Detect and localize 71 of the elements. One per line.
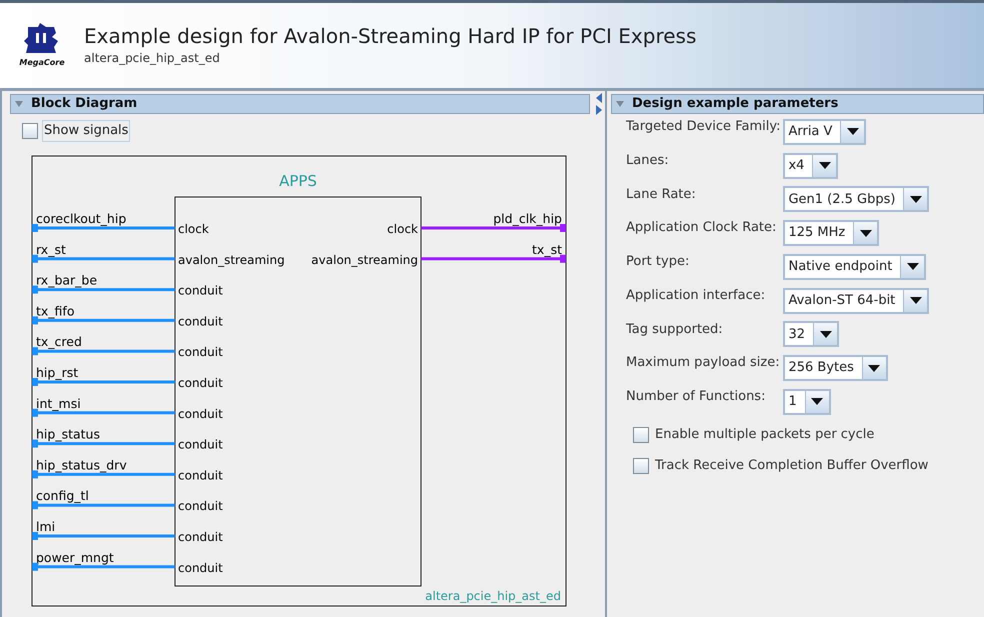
instance-label: altera_pcie_hip_ast_ed xyxy=(425,588,561,602)
checkbox[interactable] xyxy=(22,122,38,139)
dropdown[interactable]: Avalon-ST 64-bit xyxy=(783,288,930,314)
checkbox-label: Enable multiple packets per cycle xyxy=(655,426,874,444)
field-label: Number of Functions: xyxy=(626,388,766,406)
dropdown[interactable]: Gen1 (2.5 Gbps) xyxy=(783,186,930,212)
field-label: Tag supported: xyxy=(626,320,724,338)
field-label: Lanes: xyxy=(626,152,670,170)
interface-label: conduit xyxy=(178,530,223,544)
dropdown[interactable]: 1 xyxy=(783,388,831,415)
page-subtitle: altera_pcie_hip_ast_ed xyxy=(84,50,221,67)
collapse-arrows-icon xyxy=(596,93,602,115)
port-label: lmi xyxy=(36,518,56,534)
field-label: Lane Rate: xyxy=(626,186,697,204)
dropdown-arrow-icon xyxy=(906,263,919,270)
port-label: tx_cred xyxy=(36,334,82,349)
port-label: int_msi xyxy=(36,395,81,410)
dropdown-arrow-icon xyxy=(910,297,922,304)
dropdown[interactable]: 32 xyxy=(783,321,840,348)
dropdown-arrow-icon xyxy=(818,162,831,169)
interface-label: clock xyxy=(178,222,209,236)
port-label: tx_fifo xyxy=(36,302,74,318)
port-label: power_mngt xyxy=(36,549,114,564)
interface-label: clock xyxy=(387,222,418,236)
interface-label: conduit xyxy=(178,498,223,513)
interface-label: conduit xyxy=(178,283,223,298)
field-label: Targeted Device Family: xyxy=(626,118,780,136)
dropdown[interactable]: 256 Bytes xyxy=(783,355,888,381)
dropdown[interactable]: x4 xyxy=(783,152,838,178)
port-label: hip_rst xyxy=(36,364,78,380)
interface-label: conduit xyxy=(178,376,223,390)
dropdown-arrow-icon xyxy=(910,196,922,203)
dropdown[interactable]: Native endpoint xyxy=(783,254,926,280)
port-label: tx_st xyxy=(532,241,562,256)
port-label: coreclkout_hip xyxy=(36,210,126,226)
field-label: Application interface: xyxy=(626,286,766,305)
port-label: hip_status_drv xyxy=(36,456,127,472)
interface-label: conduit xyxy=(178,560,223,574)
dropdown[interactable]: 125 MHz xyxy=(783,220,880,246)
dropdown-arrow-icon xyxy=(846,128,859,136)
dropdown-arrow-icon xyxy=(860,230,872,236)
field-label: Application Clock Rate: xyxy=(626,219,778,238)
port-label: hip_status xyxy=(36,426,100,442)
port-label: rx_bar_be xyxy=(36,272,98,288)
dropdown-arrow-icon xyxy=(820,330,832,338)
field-label: Port type: xyxy=(626,253,690,271)
checkbox[interactable] xyxy=(633,458,649,474)
interface-label: avalon_streaming xyxy=(178,252,285,266)
field-label: Maximum payload size: xyxy=(626,354,780,372)
collapse-triangle-icon xyxy=(15,101,23,107)
checkbox-label: Show signals xyxy=(42,120,130,142)
checkbox-label: Track Receive Completion Buffer Overflow xyxy=(655,457,928,476)
port-label: pld_clk_hip xyxy=(493,210,562,226)
interface-label: conduit xyxy=(178,344,223,359)
interface-label: conduit xyxy=(178,437,223,452)
checkbox[interactable] xyxy=(633,426,649,442)
interface-label: conduit xyxy=(178,468,223,482)
module-title: APPS xyxy=(279,172,317,190)
logo-text: MegaCore xyxy=(19,56,65,68)
port-label: rx_st xyxy=(36,241,66,256)
interface-label: conduit xyxy=(178,406,223,420)
port-label: config_tl xyxy=(36,488,89,503)
collapse-triangle-icon xyxy=(616,101,624,107)
interface-label: conduit xyxy=(178,314,223,328)
dropdown-arrow-icon xyxy=(868,364,880,372)
section-header[interactable]: Design example parameters xyxy=(611,94,984,114)
interface-label: avalon_streaming xyxy=(311,252,418,266)
page-title: Example design for Avalon-Streaming Hard IP for PCI Express xyxy=(84,24,696,49)
dropdown-arrow-icon xyxy=(811,398,824,406)
section-header[interactable]: Block Diagram xyxy=(10,94,590,114)
dropdown[interactable]: Arria V xyxy=(783,118,866,145)
